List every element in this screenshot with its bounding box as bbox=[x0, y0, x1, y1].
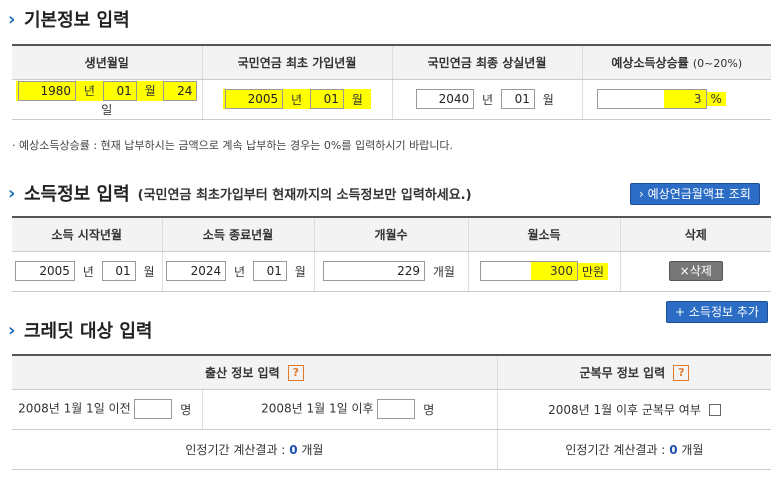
birth-info-header-text: 출산 정보 입력 bbox=[205, 365, 280, 380]
last-loss-year-input[interactable]: 2040 bbox=[416, 89, 475, 109]
delete-income-button[interactable]: ×삭제 bbox=[668, 261, 723, 281]
first-join-month-input[interactable]: 01 bbox=[309, 89, 344, 109]
birth-before-cell: 2008년 1월 1일 이전 명 bbox=[12, 389, 202, 430]
help-icon[interactable]: ? bbox=[287, 365, 304, 381]
income-section-title: › 소득정보 입력 (국민연금 최초가입부터 현재까지의 소득정보만 입력하세요… bbox=[8, 180, 472, 206]
income-end-year-input[interactable]: 2024 bbox=[166, 261, 227, 281]
last-loss-month-unit: 월 bbox=[542, 92, 554, 107]
income-end-month-input[interactable]: 01 bbox=[252, 261, 287, 281]
birth-month-input[interactable]: 01 bbox=[102, 80, 137, 101]
military-cell: 2008년 1월 이후 군복무 여부 bbox=[496, 389, 771, 430]
birth-header: 생년월일 bbox=[12, 44, 202, 80]
credit-section-title: › 크레딧 대상 입력 bbox=[8, 317, 152, 343]
first-join-year-input[interactable]: 2005 bbox=[225, 89, 284, 109]
income-row: 2005 년 01 월 2024 년 01 월 229 개월 300 만원 ×삭… bbox=[12, 251, 771, 292]
growth-rate-note: · 예상소득상승률 : 현재 납부하시는 금액으로 계속 납부하는 경우는 0%… bbox=[12, 139, 454, 152]
birth-result-value: 0 bbox=[289, 442, 298, 457]
military-result-unit: 개월 bbox=[681, 442, 704, 457]
first-join-year-unit: 년 bbox=[291, 92, 303, 107]
birth-highlight: 1980 년 01 월 24 bbox=[16, 80, 198, 101]
military-info-header: 군복무 정보 입력 ? bbox=[496, 354, 771, 390]
birth-day-input[interactable]: 24 bbox=[163, 80, 198, 101]
birth-day-unit: 일 bbox=[101, 102, 113, 117]
credit-title-text: 크레딧 대상 입력 bbox=[24, 321, 153, 342]
income-start-header: 소득 시작년월 bbox=[12, 216, 162, 252]
birth-after-input[interactable] bbox=[377, 399, 416, 419]
military-result-value: 0 bbox=[669, 442, 678, 457]
basic-title-text: 기본정보 입력 bbox=[24, 10, 130, 31]
delete-cell: ×삭제 bbox=[619, 251, 771, 292]
months-cell: 229 개월 bbox=[313, 251, 468, 292]
birth-before-unit: 명 bbox=[180, 402, 192, 417]
first-join-highlight: 2005 년 01 월 bbox=[223, 89, 371, 109]
birth-year-unit: 년 bbox=[83, 84, 95, 98]
income-subtitle: (국민연금 최초가입부터 현재까지의 소득정보만 입력하세요.) bbox=[137, 187, 472, 203]
months-input[interactable]: 229 bbox=[323, 261, 426, 281]
birth-after-cell: 2008년 1월 1일 이후 명 bbox=[201, 389, 498, 430]
income-start-cell: 2005 년 01 월 bbox=[12, 251, 162, 292]
monthly-income-cell: 300 만원 bbox=[467, 251, 620, 292]
growth-rate-input[interactable]: 3 bbox=[596, 89, 707, 109]
growth-rate-label: 예상소득상승률 bbox=[611, 55, 689, 70]
income-start-month-input[interactable]: 01 bbox=[101, 261, 136, 281]
income-title-text: 소득정보 입력 bbox=[24, 184, 130, 205]
pension-table-lookup-button[interactable]: › 예상연금월액표 조회 bbox=[630, 183, 760, 205]
birth-result-unit: 개월 bbox=[301, 442, 324, 457]
birth-month-unit: 월 bbox=[144, 84, 156, 98]
monthly-income-input[interactable]: 300 bbox=[479, 261, 578, 281]
birth-after-unit: 명 bbox=[423, 402, 435, 417]
birth-after-label: 2008년 1월 1일 이후 bbox=[261, 401, 374, 416]
income-start-year-unit: 년 bbox=[82, 264, 94, 279]
birth-year-input[interactable]: 1980 bbox=[18, 80, 77, 101]
growth-rate-hint: (0~20%) bbox=[692, 56, 743, 70]
last-loss-month-input[interactable]: 01 bbox=[500, 89, 535, 109]
chevron-right-icon: › bbox=[8, 182, 16, 204]
birth-before-label: 2008년 1월 1일 이전 bbox=[18, 401, 131, 416]
birth-info-header: 출산 정보 입력 ? bbox=[12, 354, 498, 390]
monthly-income-value: 300 bbox=[530, 262, 577, 280]
chevron-right-icon: › bbox=[8, 319, 16, 341]
income-end-year-unit: 년 bbox=[234, 264, 246, 279]
delete-header: 삭제 bbox=[619, 216, 771, 252]
military-label: 2008년 1월 이후 군복무 여부 bbox=[548, 402, 701, 417]
credit-table: 출산 정보 입력 ? 군복무 정보 입력 ? 2008년 1월 1일 이전 명 … bbox=[12, 354, 771, 470]
last-loss-year-unit: 년 bbox=[482, 92, 494, 107]
income-unit: 만원 bbox=[577, 262, 609, 280]
growth-rate-header: 예상소득상승률 (0~20%) bbox=[581, 44, 771, 80]
growth-rate-cell: 3 % bbox=[581, 79, 771, 120]
add-income-button[interactable]: + 소득정보 추가 bbox=[666, 301, 768, 323]
growth-rate-unit: % bbox=[706, 92, 726, 106]
birth-cell: 1980 년 01 월 24 일 bbox=[12, 79, 202, 120]
monthly-income-header: 월소득 bbox=[467, 216, 620, 252]
basic-section-title: › 기본정보 입력 bbox=[8, 6, 130, 32]
income-end-month-unit: 월 bbox=[294, 264, 306, 279]
chevron-right-icon: › bbox=[8, 8, 16, 30]
months-header: 개월수 bbox=[313, 216, 468, 252]
military-info-header-text: 군복무 정보 입력 bbox=[579, 365, 666, 380]
birth-result-cell: 인정기간 계산결과 : 0 개월 bbox=[12, 429, 498, 470]
income-start-month-unit: 월 bbox=[143, 264, 155, 279]
income-end-cell: 2024 년 01 월 bbox=[161, 251, 314, 292]
months-unit: 개월 bbox=[432, 264, 455, 279]
basic-info-table: 생년월일 국민연금 최초 가입년월 국민연금 최종 상실년월 예상소득상승률 (… bbox=[12, 44, 771, 120]
birth-result-label: 인정기간 계산결과 : bbox=[185, 442, 286, 457]
first-join-cell: 2005 년 01 월 bbox=[201, 79, 392, 120]
income-end-header: 소득 종료년월 bbox=[161, 216, 314, 252]
first-join-month-unit: 월 bbox=[351, 92, 363, 107]
military-result-label: 인정기간 계산결과 : bbox=[565, 442, 666, 457]
military-checkbox[interactable] bbox=[708, 404, 721, 416]
help-icon[interactable]: ? bbox=[673, 365, 690, 381]
growth-rate-value: 3 bbox=[663, 90, 706, 108]
last-loss-header: 국민연금 최종 상실년월 bbox=[391, 44, 582, 80]
income-table: 소득 시작년월 소득 종료년월 개월수 월소득 삭제 2005 년 01 월 2… bbox=[12, 216, 771, 292]
first-join-header: 국민연금 최초 가입년월 bbox=[201, 44, 392, 80]
birth-before-input[interactable] bbox=[134, 399, 173, 419]
last-loss-cell: 2040 년 01 월 bbox=[391, 79, 582, 120]
income-start-year-input[interactable]: 2005 bbox=[14, 261, 75, 281]
military-result-cell: 인정기간 계산결과 : 0 개월 bbox=[496, 429, 771, 470]
